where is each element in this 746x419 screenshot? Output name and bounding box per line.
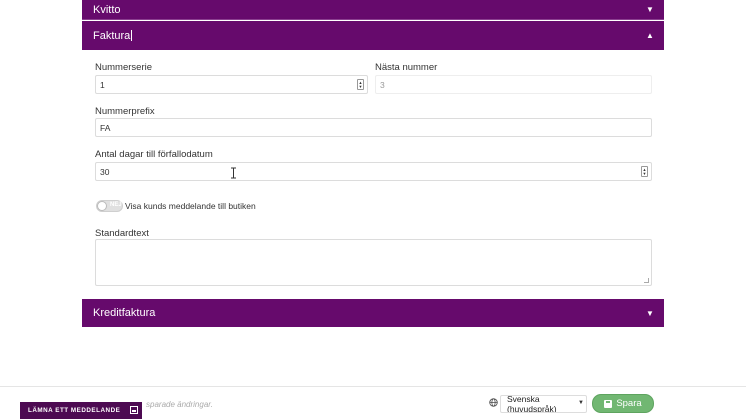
nummerprefix-label: Nummerprefix bbox=[95, 106, 155, 117]
visa-meddelande-label: Visa kunds meddelande till butiken bbox=[125, 201, 256, 211]
section-header-kvitto[interactable]: Kvitto ▼ bbox=[82, 0, 664, 20]
section-header-kreditfaktura[interactable]: Kreditfaktura ▼ bbox=[82, 299, 664, 327]
minimize-icon bbox=[130, 406, 138, 414]
toggle-state-text: NEJ bbox=[110, 202, 122, 208]
nasta-nummer-field: 3 bbox=[375, 75, 652, 94]
section-title-kvitto: Kvitto bbox=[93, 3, 121, 16]
toggle-knob bbox=[97, 201, 107, 211]
text-caret bbox=[131, 30, 133, 42]
section-header-faktura[interactable]: Faktura ▲ bbox=[82, 21, 664, 50]
section-title-faktura-text: Faktura bbox=[93, 29, 131, 42]
caret-down-icon: ▼ bbox=[646, 5, 654, 14]
spinner-icon[interactable]: ▲ ▼ bbox=[641, 166, 648, 177]
language-select[interactable]: Svenska (huvudspråk) ▼ bbox=[500, 395, 587, 413]
caret-up-icon: ▲ bbox=[646, 31, 654, 40]
save-disk-icon bbox=[604, 399, 613, 408]
save-button-label: Spara bbox=[616, 398, 642, 409]
antal-dagar-input[interactable]: 30 ▲ ▼ bbox=[95, 162, 652, 181]
nummerprefix-input[interactable]: FA bbox=[95, 118, 652, 137]
nasta-nummer-label: Nästa nummer bbox=[375, 62, 438, 73]
resize-grip-icon[interactable] bbox=[644, 278, 649, 283]
spinner-icon[interactable]: ▲ ▼ bbox=[357, 79, 364, 90]
unsaved-changes-text: sparade ändringar. bbox=[146, 400, 213, 409]
antal-dagar-label: Antal dagar till förfallodatum bbox=[95, 149, 213, 160]
save-button[interactable]: Spara bbox=[592, 394, 654, 413]
nummerprefix-value: FA bbox=[100, 122, 111, 133]
nummerserie-input[interactable]: 1 ▲ ▼ bbox=[95, 75, 368, 94]
section-title-faktura: Faktura bbox=[93, 30, 636, 42]
antal-dagar-value: 30 bbox=[100, 166, 110, 177]
section-title-kreditfaktura: Kreditfaktura bbox=[93, 307, 156, 319]
standardtext-textarea[interactable] bbox=[95, 239, 652, 286]
language-selected-value: Svenska (huvudspråk) bbox=[507, 395, 557, 413]
leave-message-label: LÄMNA ETT MEDDELANDE bbox=[28, 407, 121, 414]
nasta-nummer-value: 3 bbox=[380, 79, 385, 90]
nummerserie-value: 1 bbox=[100, 79, 105, 90]
globe-icon bbox=[489, 398, 498, 407]
nummerserie-label: Nummerserie bbox=[95, 62, 153, 73]
chevron-down-icon: ▼ bbox=[578, 400, 584, 406]
visa-meddelande-toggle[interactable]: NEJ bbox=[96, 200, 123, 212]
standardtext-label: Standardtext bbox=[95, 228, 149, 239]
leave-message-button[interactable]: LÄMNA ETT MEDDELANDE bbox=[20, 402, 142, 419]
caret-down-icon: ▼ bbox=[646, 308, 654, 318]
text-cursor-icon bbox=[231, 167, 236, 179]
